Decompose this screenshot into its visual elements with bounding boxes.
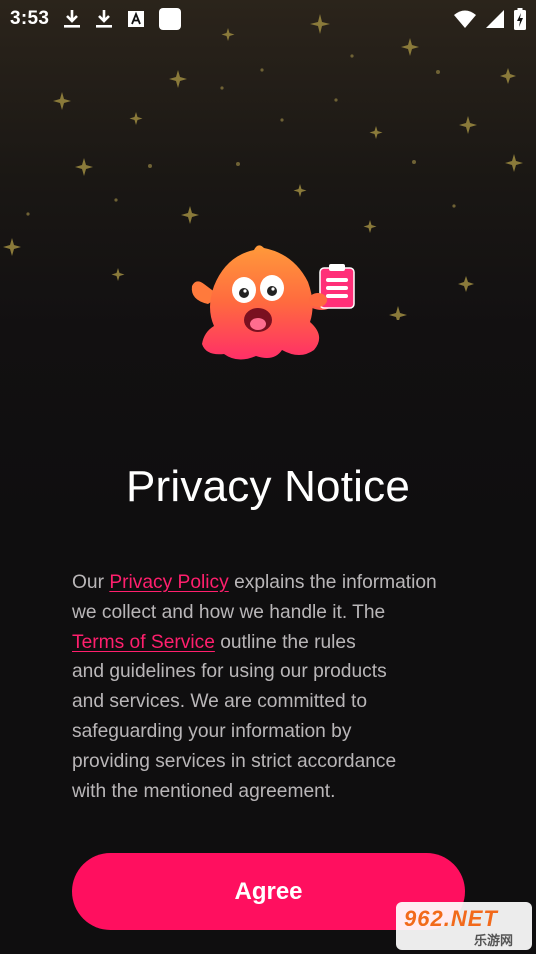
privacy-notice-screen: 3:53 Privacy Notice Our Privacy Policy e… (0, 0, 536, 954)
watermark-logo: 962.NET 乐游网 (396, 902, 532, 950)
mascot-illustration (191, 245, 355, 360)
square-notification-icon (159, 8, 182, 30)
app-notification-icon (127, 10, 145, 28)
download-icon (63, 9, 81, 29)
terms-of-service-link[interactable]: Terms of Service (72, 632, 215, 653)
download-icon (95, 9, 113, 29)
privacy-policy-link[interactable]: Privacy Policy (109, 572, 228, 593)
battery-charging-icon (514, 8, 526, 30)
wifi-icon (454, 10, 476, 28)
status-bar: 3:53 (0, 0, 536, 38)
signal-icon (486, 10, 504, 28)
status-time: 3:53 (10, 8, 50, 29)
privacy-notice-text: Our Privacy Policy explains the informat… (72, 572, 437, 802)
page-title: Privacy Notice (126, 462, 410, 511)
